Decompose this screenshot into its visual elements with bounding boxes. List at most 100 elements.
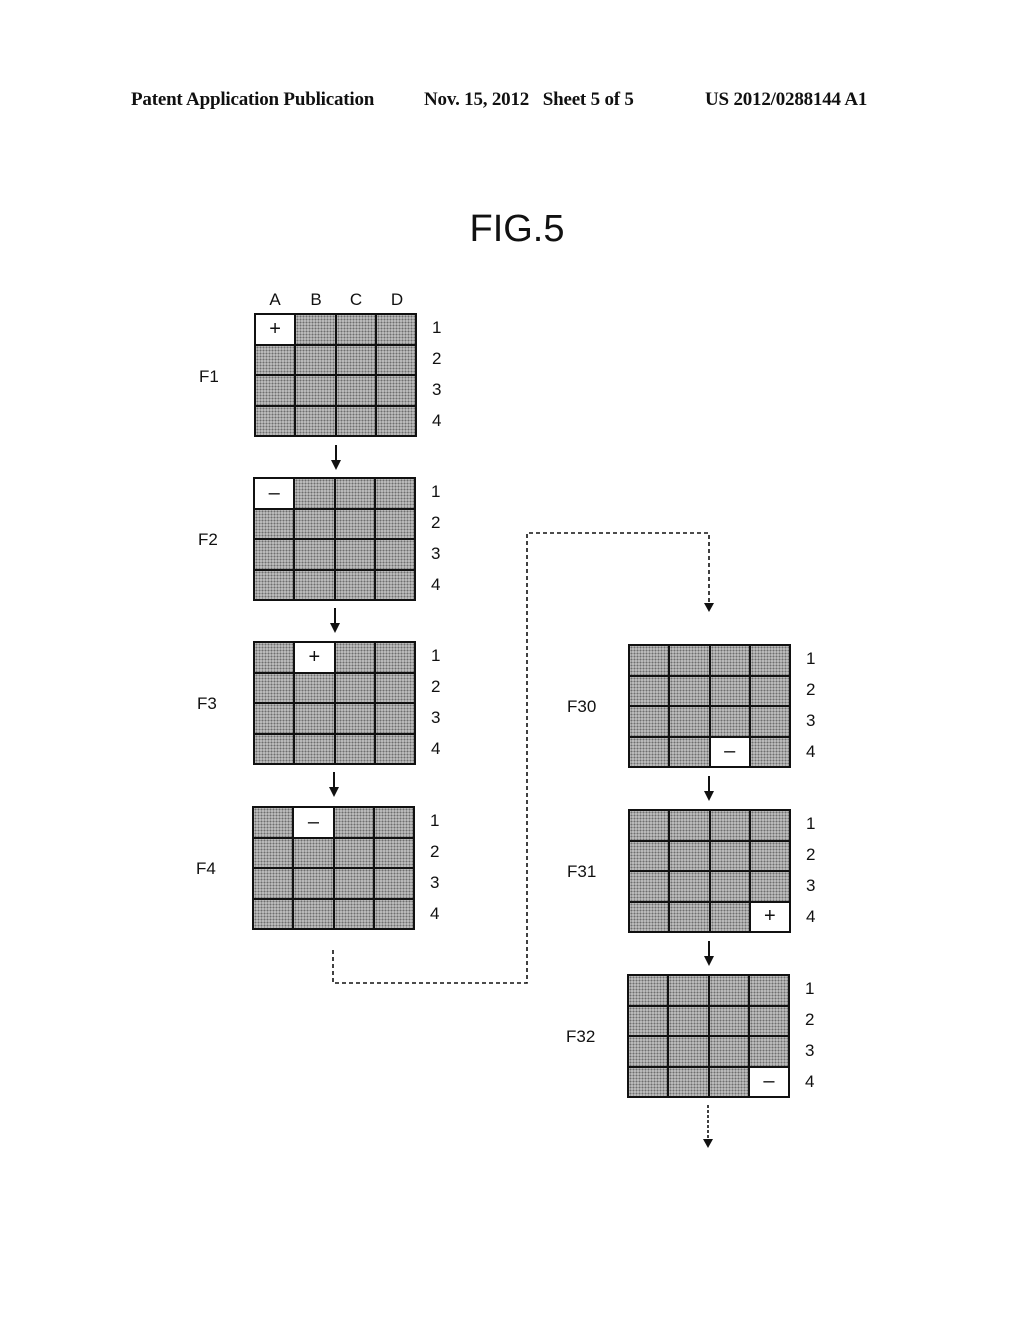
frame-label-f1: F1 [199, 367, 219, 386]
grid-cell [709, 1006, 748, 1035]
grid-cell [375, 643, 414, 672]
row-label-3: 3 [431, 544, 441, 563]
grid-cell [710, 646, 749, 675]
grid-cell [375, 673, 414, 702]
grid-cell [296, 315, 335, 344]
grid-cell [374, 869, 413, 898]
row-label-2: 2 [806, 680, 816, 699]
frame-label-f32: F32 [566, 1027, 596, 1046]
grid-cell [749, 1006, 788, 1035]
row-label-2: 2 [805, 1010, 815, 1029]
grid-cell [750, 676, 789, 705]
grid-cell [334, 899, 373, 928]
active-cell: + [256, 315, 295, 344]
grid-cell [334, 838, 373, 867]
grid-cell [750, 811, 789, 840]
grid-cell [630, 646, 669, 675]
grid-cell [709, 1067, 748, 1096]
column-label-a: A [269, 290, 281, 309]
grid-cell [710, 707, 749, 736]
active-cell: + [750, 902, 789, 931]
grid-cell [296, 345, 335, 374]
frame-label-f31: F31 [567, 862, 597, 881]
row-label-3: 3 [431, 708, 441, 727]
grid-cell [295, 734, 334, 763]
connectors-layer [329, 445, 714, 1148]
grid-cell [669, 1037, 708, 1066]
grid-cell [256, 345, 295, 374]
arrow-f1-f2 [331, 445, 341, 470]
grid-cell [296, 406, 335, 435]
row-label-3: 3 [806, 711, 816, 730]
grid-cell [335, 540, 374, 569]
grid-cell [750, 872, 789, 901]
row-label-1: 1 [431, 482, 441, 501]
grid-cell [374, 838, 413, 867]
frame-grid-f3: + [253, 641, 416, 765]
row-label-1: 1 [805, 979, 815, 998]
grid-cell [256, 406, 295, 435]
grid-cell [255, 509, 294, 538]
arrow-f3-f4 [329, 772, 339, 797]
grid-cell [670, 737, 709, 766]
grid-cell [255, 540, 294, 569]
row-label-4: 4 [430, 904, 440, 923]
grid-cell [254, 899, 293, 928]
grid-cell [336, 376, 375, 405]
grid-cell [629, 1067, 668, 1096]
grid-cell [295, 673, 334, 702]
grid-cell [254, 808, 293, 837]
arrow-f31-f32 [704, 941, 714, 966]
frame-label-f3: F3 [197, 694, 217, 713]
active-cell: – [294, 808, 333, 837]
grid-cell [629, 976, 668, 1005]
grid-cell [295, 509, 334, 538]
grid-cell [295, 704, 334, 733]
grid-cell [750, 646, 789, 675]
grid-cell [709, 976, 748, 1005]
grid-cell [255, 704, 294, 733]
grid-cell [294, 838, 333, 867]
frame-grid-f2: – [253, 477, 416, 601]
row-label-4: 4 [431, 575, 441, 594]
grid-cell [375, 509, 414, 538]
grid-cell [630, 737, 669, 766]
row-label-3: 3 [805, 1041, 815, 1060]
row-label-1: 1 [431, 646, 441, 665]
frame-grid-f30: – [628, 644, 791, 768]
grid-cell [630, 676, 669, 705]
grid-cell [750, 707, 789, 736]
grid-cell [374, 899, 413, 928]
row-label-2: 2 [432, 349, 442, 368]
grid-cell [710, 872, 749, 901]
grid-cell [375, 734, 414, 763]
grid-cell [255, 734, 294, 763]
row-label-3: 3 [432, 380, 442, 399]
row-label-2: 2 [431, 513, 441, 532]
grid-cell [375, 704, 414, 733]
grid-cell [709, 1037, 748, 1066]
grid-cell [750, 737, 789, 766]
grid-cell [670, 676, 709, 705]
active-cell: – [710, 737, 749, 766]
grid-cell [376, 376, 415, 405]
active-cell: + [295, 643, 334, 672]
grid-cell [336, 345, 375, 374]
row-label-4: 4 [806, 907, 816, 926]
row-label-3: 3 [806, 876, 816, 895]
grid-cell [749, 1037, 788, 1066]
grid-cell [254, 869, 293, 898]
publication-label: Patent Application Publication [131, 89, 375, 110]
frame-grid-f4: – [252, 806, 415, 930]
grid-cell [669, 976, 708, 1005]
date-sheet-label: Nov. 15, 2012 Sheet 5 of 5 [424, 89, 634, 110]
grid-cell [629, 1006, 668, 1035]
row-label-2: 2 [430, 842, 440, 861]
grid-cell [255, 570, 294, 599]
frame-label-f2: F2 [198, 530, 218, 549]
row-label-4: 4 [806, 742, 816, 761]
figure-title: FIG.5 [469, 208, 565, 250]
grid-cell [710, 811, 749, 840]
grid-cell [294, 899, 333, 928]
grid-cell [710, 676, 749, 705]
